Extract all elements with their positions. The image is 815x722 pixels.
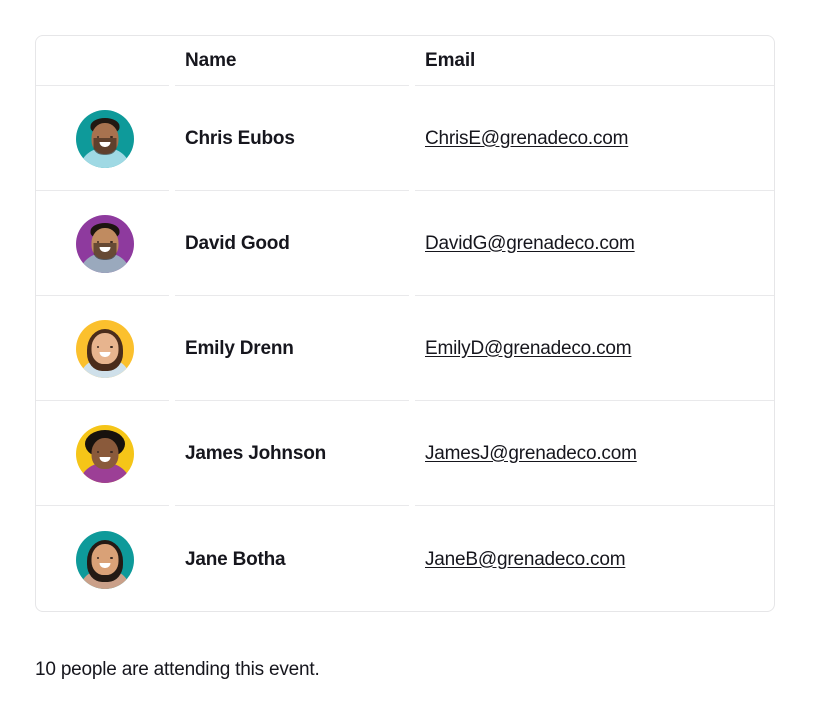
attendee-name: Emily Drenn xyxy=(185,337,294,359)
attendee-email-link[interactable]: DavidG@grenadeco.com xyxy=(425,233,635,255)
header-cell-email: Email xyxy=(413,36,774,86)
table-row: Emily Drenn EmilyD@grenadeco.com xyxy=(36,296,774,401)
attendees-table: Name Email Chris Eubos ChrisE@grenadeco.… xyxy=(35,35,775,612)
attendee-name: James Johnson xyxy=(185,442,327,464)
table-row: Chris Eubos ChrisE@grenadeco.com xyxy=(36,86,774,191)
attendee-name: Chris Eubos xyxy=(185,127,295,149)
attendee-name: David Good xyxy=(185,232,290,254)
row-cell-name: Jane Botha xyxy=(173,506,413,611)
avatar xyxy=(75,319,134,378)
attendance-count-note: 10 people are attending this event. xyxy=(35,659,320,680)
row-cell-email: ChrisE@grenadeco.com xyxy=(413,86,774,191)
row-cell-name: David Good xyxy=(173,191,413,296)
table-header-row: Name Email xyxy=(36,36,774,86)
header-label-name: Name xyxy=(185,50,237,71)
avatar xyxy=(75,530,134,589)
header-label-email: Email xyxy=(425,50,476,71)
row-cell-name: Chris Eubos xyxy=(173,86,413,191)
avatar xyxy=(75,424,134,483)
row-cell-name: James Johnson xyxy=(173,401,413,506)
attendee-email-link[interactable]: EmilyD@grenadeco.com xyxy=(425,338,632,360)
header-cell-avatar xyxy=(36,36,173,86)
row-cell-avatar xyxy=(36,191,173,296)
row-cell-email: JamesJ@grenadeco.com xyxy=(413,401,774,506)
row-cell-avatar xyxy=(36,401,173,506)
attendee-list-page: Name Email Chris Eubos ChrisE@grenadeco.… xyxy=(0,0,815,722)
row-cell-email: JaneB@grenadeco.com xyxy=(413,506,774,611)
attendee-name: Jane Botha xyxy=(185,548,286,570)
row-cell-email: EmilyD@grenadeco.com xyxy=(413,296,774,401)
attendee-email-link[interactable]: JaneB@grenadeco.com xyxy=(425,549,626,571)
row-cell-email: DavidG@grenadeco.com xyxy=(413,191,774,296)
row-cell-avatar xyxy=(36,86,173,191)
avatar xyxy=(75,109,134,168)
row-cell-avatar xyxy=(36,506,173,611)
avatar xyxy=(75,214,134,273)
attendee-email-link[interactable]: ChrisE@grenadeco.com xyxy=(425,128,628,150)
table-row: David Good DavidG@grenadeco.com xyxy=(36,191,774,296)
header-cell-name: Name xyxy=(173,36,413,86)
table-row: Jane Botha JaneB@grenadeco.com xyxy=(36,506,774,611)
attendee-email-link[interactable]: JamesJ@grenadeco.com xyxy=(425,443,637,465)
table-row: James Johnson JamesJ@grenadeco.com xyxy=(36,401,774,506)
row-cell-name: Emily Drenn xyxy=(173,296,413,401)
row-cell-avatar xyxy=(36,296,173,401)
